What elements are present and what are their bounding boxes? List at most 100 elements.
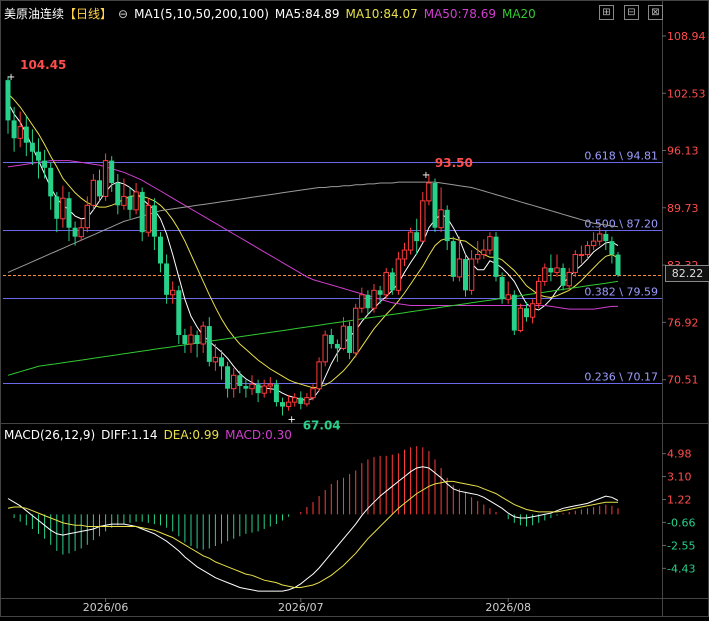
candle-body-down bbox=[444, 209, 450, 242]
candle-body-up bbox=[584, 245, 591, 256]
candle-body-up bbox=[517, 307, 524, 332]
candle-body-up bbox=[395, 258, 402, 291]
candle-body-down bbox=[347, 326, 353, 353]
candle-body-down bbox=[603, 233, 609, 242]
candle-body-up bbox=[475, 254, 481, 260]
candle-body-up bbox=[505, 294, 511, 300]
candle-body-down bbox=[23, 126, 29, 143]
candle-body-up bbox=[353, 307, 359, 354]
candle-body-up bbox=[133, 191, 139, 211]
candle-body-down bbox=[377, 290, 383, 295]
macd-tick-label: 4.98 bbox=[667, 448, 692, 461]
close-icon[interactable]: ⊠ bbox=[648, 5, 663, 20]
ma5-label: MA5:84.89 bbox=[274, 7, 340, 21]
candle-body-up bbox=[316, 361, 322, 390]
candle-body-down bbox=[139, 191, 145, 233]
macd-title: MACD(26,12,9) bbox=[4, 428, 96, 442]
extreme-marker: + bbox=[7, 72, 15, 83]
candle-body-up bbox=[590, 240, 597, 247]
candle-body-up bbox=[536, 280, 542, 305]
price-tick-label: 89.73 bbox=[667, 202, 699, 215]
candle-body-down bbox=[237, 375, 243, 387]
ma-line-ma10 bbox=[7, 93, 619, 389]
candle-body-down bbox=[66, 198, 72, 228]
candle-body-down bbox=[334, 343, 340, 349]
candle-body-down bbox=[36, 151, 41, 161]
candle-body-up bbox=[60, 197, 66, 220]
candle-body-up bbox=[371, 289, 377, 309]
candle-body-down bbox=[54, 196, 60, 219]
candle-body-up bbox=[267, 383, 274, 387]
macd-hist-group bbox=[13, 446, 619, 555]
candle-body-up bbox=[285, 401, 292, 408]
ma-set-label: MA1(5,10,50,200,100) bbox=[134, 7, 269, 21]
candle-body-up bbox=[322, 334, 328, 363]
candle-body-up bbox=[468, 258, 475, 291]
fib-level-label: 0.500 \ 87.20 bbox=[584, 218, 658, 231]
last-price-tag: 82.22 bbox=[665, 265, 709, 282]
chart-header: 美原油连续【日线】 ⊖ MA1(5,10,50,200,100) MA5:84.89 M… bbox=[4, 6, 542, 22]
candle-body-down bbox=[206, 326, 212, 362]
fib-level-label: 0.236 \ 70.17 bbox=[584, 371, 658, 384]
candle-body-down bbox=[615, 254, 621, 276]
candle-body-up bbox=[78, 227, 84, 238]
candle-body-down bbox=[432, 182, 438, 228]
candle-body-down bbox=[273, 384, 279, 403]
time-tick-label: 2026/06 bbox=[83, 601, 129, 614]
candle-body-down bbox=[560, 267, 566, 286]
candle-body-up bbox=[438, 209, 444, 229]
candle-body-up bbox=[401, 249, 408, 260]
candle-body-up bbox=[383, 271, 389, 296]
circle-toggle-icon[interactable]: ⊖ bbox=[118, 7, 128, 21]
candle-body-down bbox=[450, 241, 456, 277]
candle-body-up bbox=[542, 267, 548, 282]
fib-level-label: 0.382 \ 79.59 bbox=[584, 286, 658, 299]
minimize-icon[interactable]: ⊟ bbox=[624, 5, 639, 20]
candle-body-down bbox=[176, 290, 182, 336]
candle-body-up bbox=[340, 325, 347, 349]
candle-body-down bbox=[219, 357, 224, 367]
candle-body-down bbox=[365, 294, 371, 309]
macd-tick-label: 1.22 bbox=[667, 493, 692, 506]
candle-body-down bbox=[182, 335, 188, 344]
period-label[interactable]: 【日线】 bbox=[64, 7, 112, 21]
candle-body-up bbox=[121, 195, 127, 206]
candle-body-up bbox=[212, 356, 219, 363]
candle-body-down bbox=[243, 386, 249, 389]
candle-body-up bbox=[529, 303, 536, 318]
candle-body-down bbox=[11, 120, 17, 139]
candle-body-up bbox=[90, 179, 97, 206]
candle-body-down bbox=[225, 366, 231, 389]
diff-label: DIFF:1.14 bbox=[101, 428, 158, 442]
candle-body-down bbox=[524, 308, 529, 318]
price-tick-label: 102.53 bbox=[667, 87, 706, 100]
candles-group bbox=[5, 76, 621, 416]
price-tick-label: 70.51 bbox=[667, 374, 699, 387]
ma50-label: MA50:78.69 bbox=[423, 7, 496, 21]
candle-body-up bbox=[102, 160, 109, 197]
candle-body-down bbox=[493, 236, 499, 277]
candle-body-down bbox=[609, 241, 615, 255]
candle-body-down bbox=[255, 384, 261, 394]
candle-body-down bbox=[151, 205, 157, 237]
candle-body-up bbox=[420, 200, 426, 242]
window-icon[interactable]: ⊞ bbox=[599, 5, 614, 20]
macd-tick-label: 3.10 bbox=[667, 471, 692, 484]
candle-body-up bbox=[426, 182, 432, 202]
candle-body-down bbox=[127, 196, 133, 210]
ma20-label: MA20 bbox=[501, 7, 536, 21]
candle-body-down bbox=[97, 180, 102, 197]
candle-body-up bbox=[145, 204, 152, 233]
dea-label: DEA:0.99 bbox=[163, 428, 220, 442]
candle-body-up bbox=[554, 267, 560, 273]
candle-body-down bbox=[158, 236, 163, 264]
ma-line-ma20 bbox=[7, 280, 619, 376]
fib-level-label: 0.618 \ 94.81 bbox=[584, 150, 658, 163]
candle-body-up bbox=[407, 231, 414, 251]
extreme-marker: + bbox=[422, 170, 430, 181]
chart-svg: 108.94102.5396.1389.7383.3276.9270.514.9… bbox=[0, 0, 709, 617]
candle-body-up bbox=[572, 254, 578, 273]
candle-body-up bbox=[487, 236, 493, 251]
macd-header: MACD(26,12,9) DIFF:1.14 DEA:0.99 MACD:0.30 bbox=[4, 427, 298, 443]
candle-body-up bbox=[597, 233, 603, 242]
